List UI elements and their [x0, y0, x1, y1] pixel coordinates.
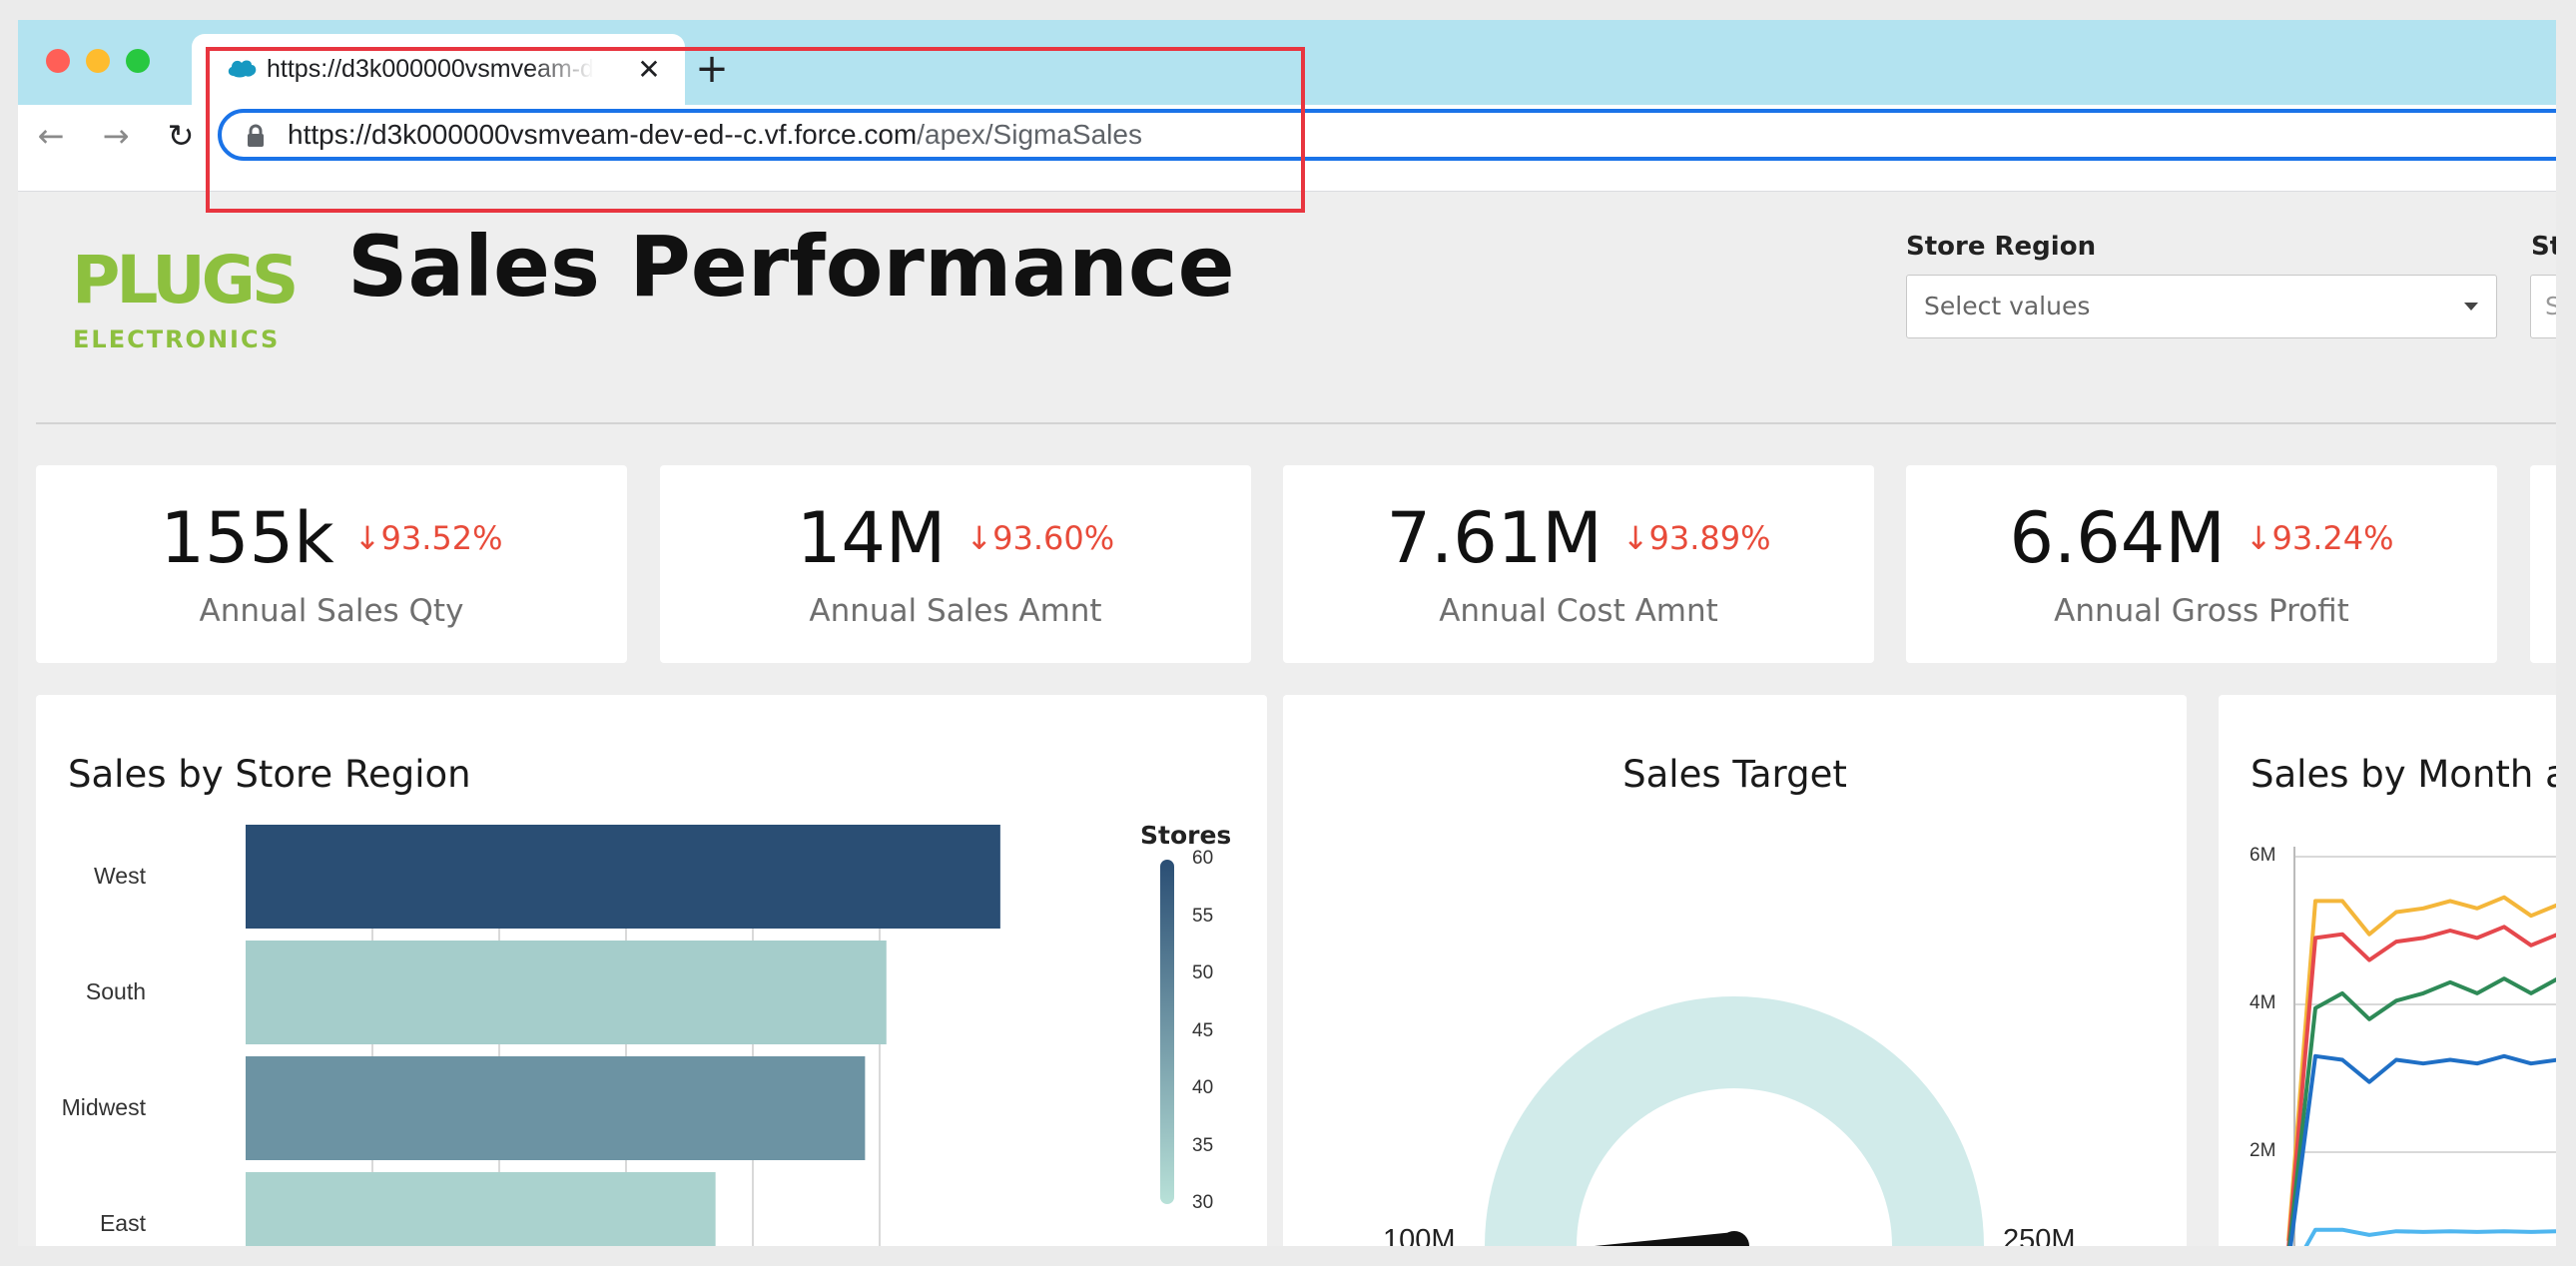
- reload-icon[interactable]: ↻: [158, 113, 204, 159]
- kpi-value: 14M: [796, 497, 947, 579]
- zoom-window-button[interactable]: [126, 49, 150, 73]
- store-region-label: Store Region: [1906, 232, 2097, 262]
- forward-icon[interactable]: →: [93, 113, 139, 159]
- legend-title: Stores: [1140, 821, 1232, 850]
- arrow-down-icon: ↓: [1621, 519, 1649, 557]
- series-line: [2288, 1053, 2556, 1246]
- second-filter-select[interactable]: S: [2530, 275, 2556, 338]
- legend-tick: 50: [1192, 962, 1214, 983]
- kpi-delta-value: 93.89%: [1648, 519, 1771, 557]
- series-line: [2286, 925, 2556, 1246]
- kpi-card-cost-amnt: 7.61M ↓93.89% Annual Cost Amnt: [1283, 465, 1874, 663]
- kpi-value: 6.64M: [2009, 497, 2226, 579]
- gauge-arc: [1485, 996, 1984, 1246]
- kpi-delta: ↓93.60%: [966, 519, 1114, 557]
- sales-by-region-card: Sales by Store Region West South Midwest…: [36, 695, 1267, 1246]
- sales-by-month-chart: [2219, 695, 2556, 1246]
- bar-midwest: [246, 1056, 866, 1160]
- sales-target-gauge: [1283, 695, 2187, 1246]
- kpi-label: Annual Sales Amnt: [809, 593, 1102, 629]
- bar-chart-svg: [246, 825, 1174, 1246]
- kpi-card-sales-amnt: 14M ↓93.60% Annual Sales Amnt: [660, 465, 1251, 663]
- arrow-down-icon: ↓: [353, 519, 381, 557]
- gauge-max-label: 250M: [2003, 1224, 2076, 1246]
- kpi-delta: ↓93.24%: [2246, 519, 2394, 557]
- kpi-value-line: 155k ↓93.52%: [36, 497, 627, 579]
- browser-window: https://d3k000000vsmveam-dev-ed--c.vf.fo…: [18, 20, 2556, 1246]
- legend-tick: 40: [1192, 1077, 1214, 1098]
- y-tick-4m: 4M: [2250, 992, 2276, 1013]
- store-region-placeholder: Select values: [1924, 292, 2091, 320]
- bar-label-west: West: [94, 863, 146, 889]
- kpi-value-line: 6.64M ↓93.24%: [1906, 497, 2497, 579]
- kpi-card-gross-profit: 6.64M ↓93.24% Annual Gross Profit: [1906, 465, 2497, 663]
- legend-tick: 60: [1192, 848, 1214, 869]
- gauge-min-label: 100M: [1383, 1224, 1456, 1246]
- kpi-delta-value: 93.24%: [2271, 519, 2394, 557]
- arrow-down-icon: ↓: [966, 519, 993, 557]
- gauge-svg: [1485, 996, 1984, 1246]
- kpi-label: Annual Cost Amnt: [1439, 593, 1718, 629]
- kpi-label: Annual Sales Qty: [199, 593, 464, 629]
- kpi-value: 7.61M: [1386, 497, 1603, 579]
- kpi-card-partial: [2530, 465, 2556, 663]
- kpi-value-line: 14M ↓93.60%: [660, 497, 1251, 579]
- y-tick-6m: 6M: [2250, 845, 2276, 866]
- kpi-label: Annual Gross Profit: [2054, 593, 2349, 629]
- legend-tick: 45: [1192, 1019, 1214, 1041]
- kpi-delta: ↓93.89%: [1622, 519, 1771, 557]
- bar-east: [246, 1172, 716, 1246]
- second-filter-label: St: [2531, 232, 2556, 262]
- series-line: [2287, 976, 2556, 1246]
- line-chart-svg: [2286, 847, 2556, 1246]
- minimize-window-button[interactable]: [86, 49, 110, 73]
- y-tick-2m: 2M: [2250, 1140, 2276, 1161]
- series-line: [2286, 895, 2556, 1241]
- back-icon[interactable]: ←: [28, 113, 74, 159]
- sales-by-region-chart: [36, 695, 1267, 1246]
- second-filter-placeholder: S: [2545, 292, 2556, 320]
- gauge-needle: [1595, 1232, 1734, 1246]
- close-window-button[interactable]: [46, 49, 70, 73]
- highlight-box: [206, 47, 1305, 213]
- kpi-value-line: 7.61M ↓93.89%: [1283, 497, 1874, 579]
- bar-label-east: East: [99, 1210, 146, 1236]
- sales-by-month-card: Sales by Month and 6M 4M 2M: [2219, 695, 2556, 1246]
- bar-label-midwest: Midwest: [61, 1094, 146, 1120]
- kpi-delta-value: 93.52%: [380, 519, 503, 557]
- logo-line-1: PLUGS: [72, 242, 299, 318]
- bar-label-south: South: [85, 978, 146, 1004]
- legend-tick: 55: [1192, 905, 1214, 927]
- logo-line-2: ELECTRONICS: [73, 325, 281, 353]
- kpi-delta: ↓93.52%: [354, 519, 503, 557]
- bar-west: [246, 825, 1000, 929]
- store-region-select[interactable]: Select values: [1906, 275, 2497, 338]
- plugs-electronics-logo: PLUGS ELECTRONICS: [72, 248, 299, 367]
- kpi-delta-value: 93.60%: [992, 519, 1115, 557]
- section-divider: [36, 422, 2556, 424]
- legend-gradient-bar: [1160, 860, 1174, 1204]
- bar-south: [246, 941, 887, 1044]
- page-title: Sales Performance: [347, 218, 1235, 316]
- legend-tick: 30: [1192, 1192, 1214, 1213]
- legend-tick: 35: [1192, 1134, 1214, 1156]
- arrow-down-icon: ↓: [2245, 519, 2272, 557]
- chevron-down-icon: [2464, 303, 2478, 311]
- kpi-card-sales-qty: 155k ↓93.52% Annual Sales Qty: [36, 465, 627, 663]
- series-line: [2303, 1227, 2556, 1246]
- kpi-value: 155k: [160, 497, 334, 579]
- sales-target-card: Sales Target 100M 250M: [1283, 695, 2187, 1246]
